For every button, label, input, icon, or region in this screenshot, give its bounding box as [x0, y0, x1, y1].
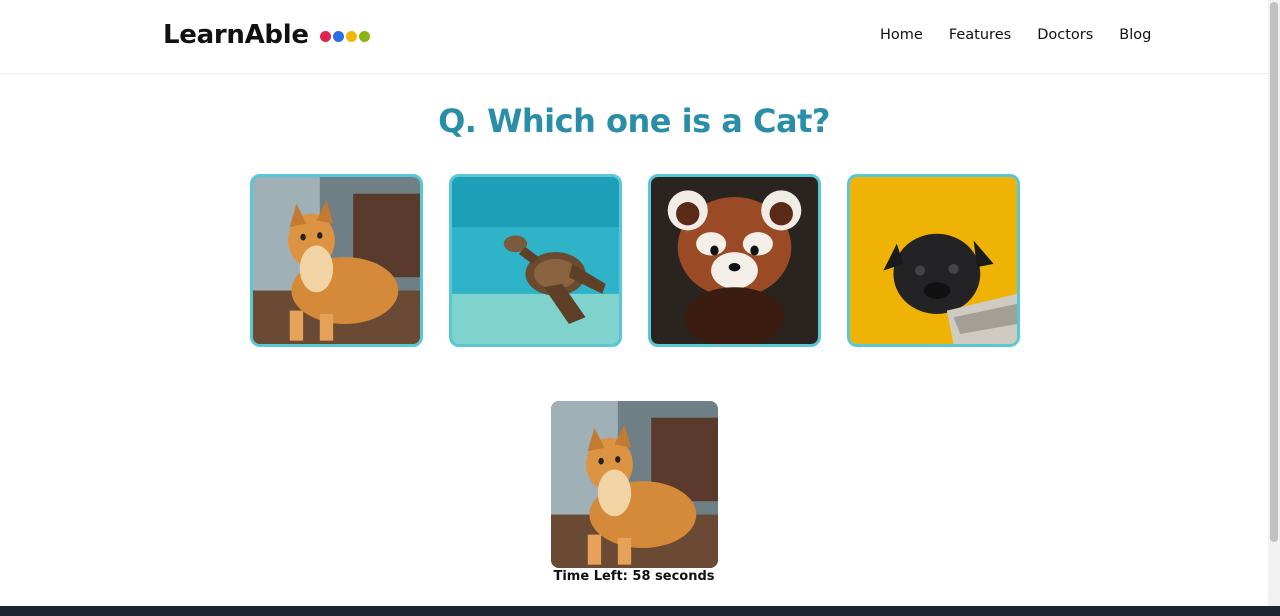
brand-dot-blue	[333, 31, 344, 42]
option-pug[interactable]	[847, 174, 1020, 347]
brand-dots	[320, 31, 370, 42]
answer-options	[250, 174, 1020, 347]
quiz-question: Q. Which one is a Cat?	[438, 102, 830, 140]
cat-photo	[551, 401, 718, 568]
option-cat[interactable]	[250, 174, 423, 347]
page: LearnAble Home Features Doctors Blog Q. …	[0, 0, 1268, 606]
brand-dot-yellow	[346, 31, 357, 42]
os-taskbar	[0, 606, 1280, 616]
nav-blog-link[interactable]: Blog	[1119, 27, 1151, 43]
red-panda-photo	[651, 177, 818, 344]
sea-turtle-photo	[452, 177, 619, 344]
pug-photo	[850, 177, 1017, 344]
option-red-panda[interactable]	[648, 174, 821, 347]
option-turtle[interactable]	[449, 174, 622, 347]
nav-features-link[interactable]: Features	[949, 27, 1011, 43]
brand-logo[interactable]: LearnAble	[163, 20, 309, 50]
brand-dot-green	[359, 31, 370, 42]
cat-photo	[253, 177, 420, 344]
time-left-label: Time Left: 58 seconds	[553, 569, 715, 584]
main-nav: Home Features Doctors Blog	[880, 27, 1151, 43]
page-scrollbar[interactable]	[1268, 0, 1280, 606]
nav-home-link[interactable]: Home	[880, 27, 923, 43]
selected-image-preview	[551, 401, 718, 568]
nav-doctors-link[interactable]: Doctors	[1037, 27, 1093, 43]
header: LearnAble Home Features Doctors Blog	[0, 0, 1268, 74]
scrollbar-thumb[interactable]	[1270, 2, 1278, 542]
brand-dot-red	[320, 31, 331, 42]
